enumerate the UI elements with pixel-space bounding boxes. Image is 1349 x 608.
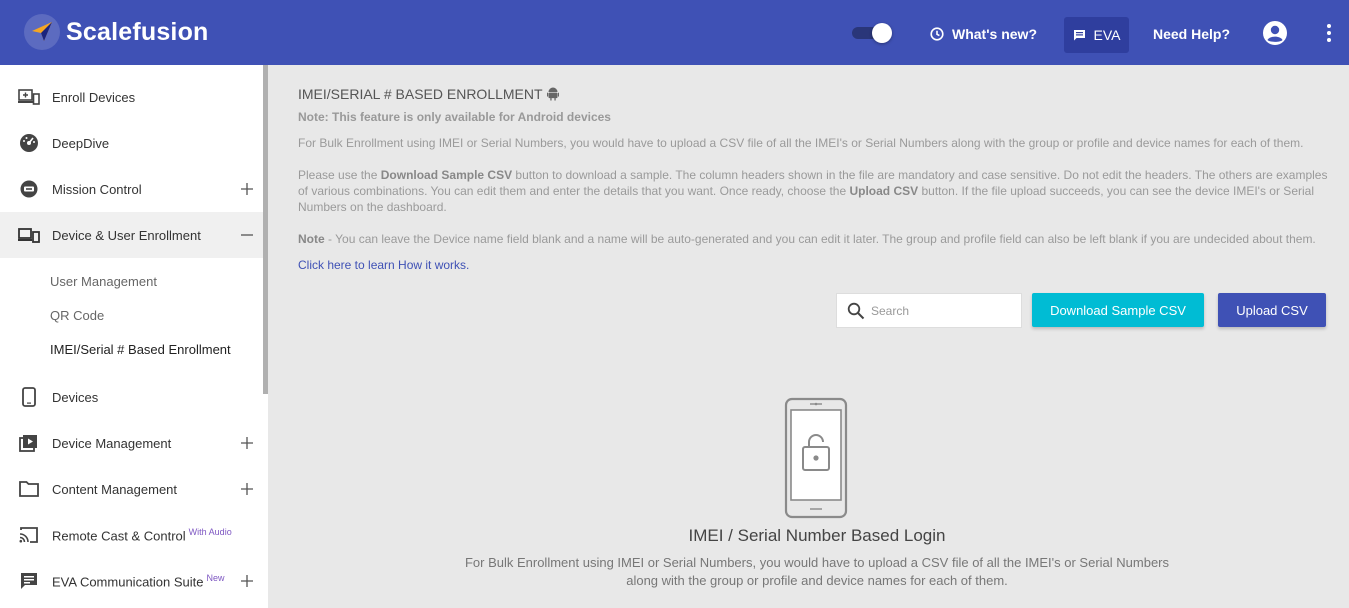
expand-plus-icon[interactable] (240, 482, 254, 496)
sidebar-item-eva-communication-suite[interactable]: EVA Communication Suite New (0, 558, 263, 604)
eva-label: EVA (1093, 27, 1121, 43)
instructions-bold-upload: Upload CSV (849, 184, 919, 198)
sidebar-subitem-imei-serial-enrollment[interactable]: IMEI/Serial # Based Enrollment (50, 342, 231, 357)
sidebar-subitem-user-management[interactable]: User Management (50, 274, 157, 289)
account-icon[interactable] (1262, 20, 1288, 51)
sidebar-item-label: DeepDive (52, 135, 110, 151)
need-help-link[interactable]: Need Help? (1153, 26, 1230, 42)
sidebar-item-remote-cast[interactable]: Remote Cast & Control With Audio (0, 512, 263, 558)
sidebar-item-devices[interactable]: Devices (0, 374, 263, 420)
sidebar-item-label: Enroll Devices (52, 89, 136, 105)
sidebar-item-text: Remote Cast & Control (52, 528, 186, 544)
expand-plus-icon[interactable] (240, 574, 254, 588)
note-text: - You can leave the Device name field bl… (324, 232, 1316, 246)
expand-plus-icon[interactable] (240, 436, 254, 450)
sidebar-item-enroll-devices[interactable]: Enroll Devices (0, 74, 263, 120)
message-icon (1073, 29, 1085, 40)
instructions-paragraph: Please use the Download Sample CSV butto… (298, 167, 1333, 215)
sidebar-item-label: Device & User Enrollment (52, 227, 201, 243)
dashboard-gauge-icon (18, 132, 40, 154)
more-vert-icon[interactable] (1319, 22, 1339, 49)
collapse-minus-icon[interactable] (240, 228, 254, 242)
whats-new-label: What's new? (952, 26, 1037, 42)
intro-paragraph: For Bulk Enrollment using IMEI or Serial… (298, 136, 1304, 150)
sidebar-item-mission-control[interactable]: Mission Control (0, 166, 263, 212)
search-box (836, 293, 1022, 328)
toggle-knob (872, 23, 892, 43)
sidebar-item-label: Content Management (52, 481, 178, 497)
empty-state-title: IMEI / Serial Number Based Login (688, 526, 946, 545)
cast-icon (18, 524, 40, 546)
note-label: Note (298, 232, 325, 246)
chat-icon (18, 570, 40, 592)
devices-enrollment-icon (18, 224, 40, 246)
android-icon (546, 87, 559, 101)
sidebar-item-deepdive[interactable]: DeepDive (0, 120, 263, 166)
page-title: IMEI/SERIAL # BASED ENROLLMENT (298, 86, 559, 102)
empty-desc-line-1: For Bulk Enrollment using IMEI or Serial… (464, 555, 1170, 570)
search-input[interactable] (871, 303, 1011, 318)
learn-how-link[interactable]: Click here to learn How it works. (298, 258, 469, 272)
empty-desc-line-2: along with the group or profile and devi… (626, 573, 1008, 588)
blank-field-note: Note - You can leave the Device name fie… (298, 231, 1333, 247)
brand-name: Scalefusion (66, 17, 209, 46)
sidebar-item-label: Devices (52, 389, 99, 405)
enroll-devices-icon (18, 86, 40, 108)
clock-icon (930, 27, 944, 41)
sidebar-item-label: Mission Control (52, 181, 142, 197)
search-icon (847, 302, 865, 319)
android-only-note: Note: This feature is only available for… (298, 110, 611, 124)
sidebar-item-device-user-enrollment[interactable]: Device & User Enrollment (0, 212, 263, 258)
sidebar-item-label: Remote Cast & Control With Audio (52, 527, 232, 543)
empty-state-description: For Bulk Enrollment using IMEI or Serial… (268, 554, 1349, 590)
scalefusion-logo-icon (24, 14, 60, 50)
instructions-text-1: Please use the (298, 168, 381, 182)
upload-csv-button[interactable]: Upload CSV (1218, 293, 1326, 327)
mission-control-icon (18, 178, 40, 200)
download-sample-csv-button[interactable]: Download Sample CSV (1032, 293, 1204, 327)
eva-button[interactable]: EVA (1064, 17, 1129, 53)
sidebar: Enroll Devices DeepDive Mission Control … (0, 65, 268, 608)
folder-icon (18, 478, 40, 500)
phone-icon (18, 386, 40, 408)
expand-plus-icon[interactable] (240, 182, 254, 196)
sidebar-item-content-management[interactable]: Content Management (0, 466, 263, 512)
new-badge: New (206, 572, 225, 583)
locked-phone-illustration-icon (784, 397, 848, 524)
sidebar-subitem-qr-code[interactable]: QR Code (50, 308, 104, 323)
brand-logo-link[interactable]: Scalefusion (24, 14, 209, 50)
device-management-icon (18, 432, 40, 454)
sidebar-item-text: EVA Communication Suite (52, 574, 204, 590)
sidebar-item-device-management[interactable]: Device Management (0, 420, 263, 466)
sidebar-item-label: EVA Communication Suite New (52, 573, 225, 589)
page-title-text: IMEI/SERIAL # BASED ENROLLMENT (298, 86, 543, 102)
instructions-bold-download: Download Sample CSV (380, 168, 513, 182)
whats-new-button[interactable]: What's new? (930, 24, 1037, 44)
sidebar-item-label: Device Management (52, 435, 172, 451)
theme-toggle[interactable] (852, 23, 892, 43)
main-content: IMEI/SERIAL # BASED ENROLLMENT Note: Thi… (268, 65, 1349, 608)
with-audio-badge: With Audio (188, 526, 232, 537)
top-app-bar: Scalefusion What's new? EVA Need Help? (0, 0, 1349, 65)
